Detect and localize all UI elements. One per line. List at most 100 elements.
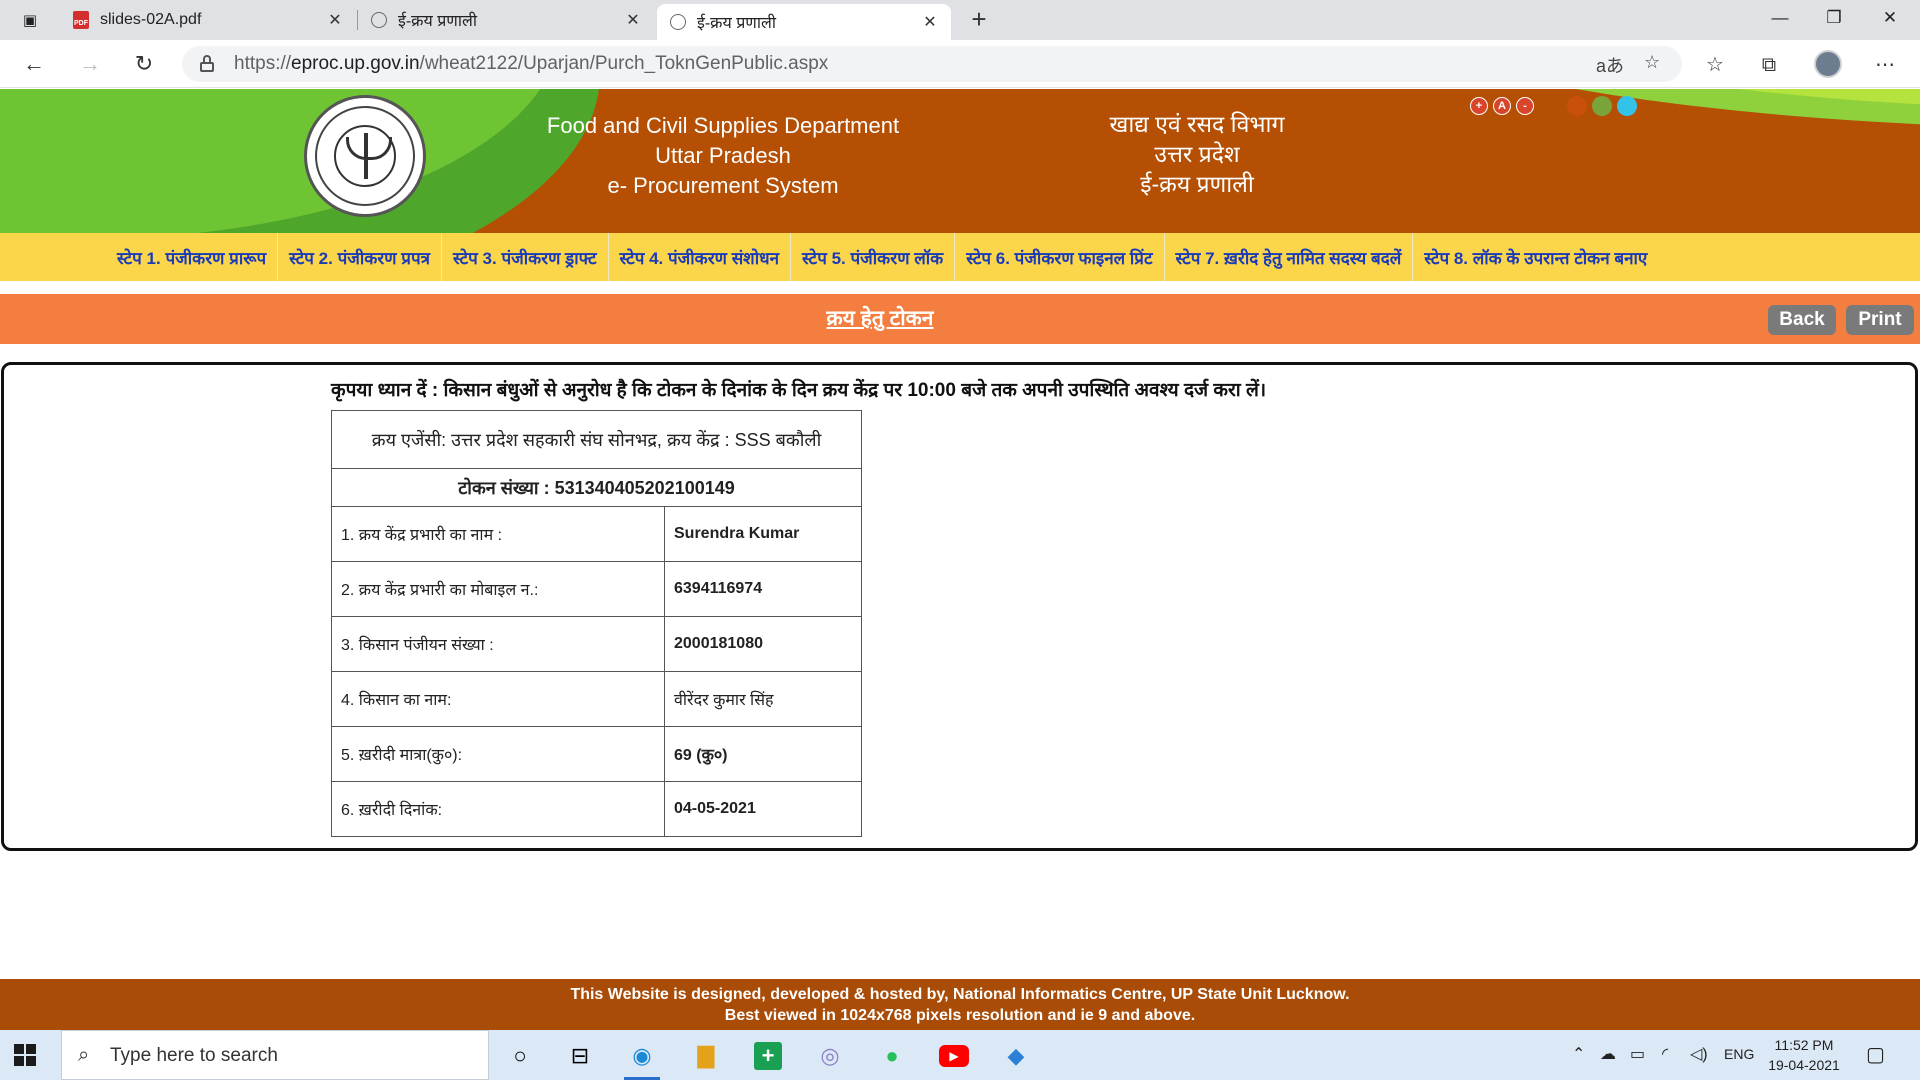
- token-number-cell: टोकन संख्या : 531340405202100149: [331, 468, 862, 507]
- address-toolbar: ← → ↻ https://eproc.up.gov.in/wheat2122/…: [0, 40, 1920, 88]
- tab-title: slides-02A.pdf: [100, 11, 202, 28]
- step-menu: स्टेप 1. पंजीकरण प्रारूप स्टेप 2. पंजीकर…: [0, 233, 1920, 281]
- sheets-icon[interactable]: +: [748, 1036, 788, 1076]
- close-icon[interactable]: ✕: [921, 12, 939, 32]
- search-icon: ⌕: [78, 1044, 90, 1066]
- forward-arrow-icon[interactable]: →: [74, 48, 106, 80]
- add-favorite-icon[interactable]: ☆: [1644, 52, 1660, 73]
- agency-cell: क्रय एजेंसी: उत्तर प्रदेश सहकारी संघ सोन…: [331, 410, 862, 469]
- file-explorer-icon[interactable]: ▇: [686, 1036, 726, 1076]
- system-clock[interactable]: 11:52 PM 19-04-2021: [1766, 1035, 1842, 1075]
- theme-blue-button[interactable]: [1617, 96, 1637, 116]
- theme-switcher: [1567, 96, 1637, 116]
- state-name-hi: उत्तर प्रदेश: [1154, 141, 1240, 167]
- task-view-icon[interactable]: ⊟: [560, 1036, 600, 1076]
- purchase-date-value: 04-05-2021: [664, 781, 862, 837]
- volume-icon[interactable]: ◁): [1690, 1044, 1708, 1064]
- tab-eproc-active[interactable]: ई-क्रय प्रणाली ✕: [657, 4, 951, 40]
- purchase-date-label: 6. ख़रीदी दिनांक:: [331, 781, 665, 837]
- url-scheme: https://: [234, 53, 292, 74]
- dept-name-en: Food and Civil Supplies Department: [546, 113, 900, 138]
- print-button[interactable]: Print: [1846, 305, 1914, 335]
- back-arrow-icon[interactable]: ←: [18, 48, 50, 80]
- attendance-notice: कृपया ध्यान दें : किसान बंधुओं से अनुरोध…: [331, 380, 1267, 401]
- up-government-emblem: [304, 95, 426, 217]
- youtube-icon[interactable]: ▶: [934, 1036, 974, 1076]
- farmer-registration-label: 3. किसान पंजीयन संख्या :: [331, 616, 665, 672]
- tray-chevron-icon[interactable]: ⌃: [1572, 1044, 1585, 1064]
- back-button[interactable]: Back: [1768, 305, 1836, 335]
- taskbar-search[interactable]: ⌕ Type here to search: [61, 1030, 489, 1080]
- url-text[interactable]: https://eproc.up.gov.in/wheat2122/Uparja…: [234, 53, 828, 75]
- onedrive-icon[interactable]: ☁: [1600, 1044, 1616, 1064]
- page-title: क्रय हेतु टोकन: [826, 307, 934, 330]
- header-hindi-title: खाद्य एवं रसद विभाग उत्तर प्रदेश ई-क्रय …: [1080, 109, 1314, 199]
- step-2-link[interactable]: स्टेप 2. पंजीकरण प्रपत्र: [277, 233, 441, 281]
- step-8-link[interactable]: स्टेप 8. लॉक के उपरान्त टोकन बनाए: [1412, 233, 1658, 281]
- restore-icon[interactable]: ❐: [1806, 0, 1862, 36]
- step-1-link[interactable]: स्टेप 1. पंजीकरण प्रारूप: [106, 233, 277, 281]
- new-tab-icon[interactable]: +: [964, 4, 994, 34]
- header-english-title: Food and Civil Supplies Department Uttar…: [500, 111, 946, 201]
- clock-date: 19-04-2021: [1768, 1057, 1840, 1073]
- system-name-en: e- Procurement System: [607, 173, 839, 198]
- table-row: क्रय एजेंसी: उत्तर प्रदेश सहकारी संघ सोन…: [331, 410, 862, 469]
- farmer-registration-value: 2000181080: [664, 616, 862, 672]
- language-indicator[interactable]: ENG: [1724, 1046, 1754, 1062]
- windows-taskbar: ⌕ Type here to search ○ ⊟ ◉ ▇ + ◎ ● ▶ ◆ …: [0, 1030, 1920, 1080]
- edge-icon[interactable]: ◉: [622, 1036, 662, 1080]
- browser-tab-bar: ▣ PDF slides-02A.pdf ✕ ई-क्रय प्रणाली ✕ …: [0, 0, 1920, 40]
- theme-green-button[interactable]: [1592, 96, 1612, 116]
- vscode-icon[interactable]: ◆: [996, 1036, 1036, 1076]
- battery-icon[interactable]: ▭: [1630, 1044, 1645, 1064]
- table-row: 3. किसान पंजीयन संख्या : 2000181080: [331, 616, 862, 672]
- more-menu-icon[interactable]: ⋯: [1868, 48, 1902, 82]
- tab-actions-icon[interactable]: ▣: [12, 7, 48, 33]
- step-5-link[interactable]: स्टेप 5. पंजीकरण लॉक: [790, 233, 954, 281]
- step-3-link[interactable]: स्टेप 3. पंजीकरण ड्राफ्ट: [440, 233, 608, 281]
- incharge-mobile-label: 2. क्रय केंद्र प्रभारी का मोबाइल न.:: [331, 561, 665, 617]
- step-7-link[interactable]: स्टेप 7. ख़रीद हेतु नामित सदस्य बदलें: [1163, 233, 1413, 281]
- tab-pdf[interactable]: PDF slides-02A.pdf ✕: [60, 0, 356, 40]
- close-icon[interactable]: ✕: [326, 10, 344, 30]
- wifi-icon[interactable]: ◜: [1662, 1044, 1668, 1064]
- app-icon[interactable]: ◎: [810, 1036, 850, 1076]
- step-4-link[interactable]: स्टेप 4. पंजीकरण संशोधन: [607, 233, 791, 281]
- read-aloud-icon[interactable]: aあ: [1596, 52, 1624, 78]
- minimize-icon[interactable]: —: [1752, 0, 1808, 36]
- table-row: 5. ख़रीदी मात्रा(कु०): 69 (कु०): [331, 726, 862, 782]
- state-name-en: Uttar Pradesh: [655, 143, 791, 168]
- lock-icon[interactable]: [200, 55, 214, 72]
- farmer-name-label: 4. किसान का नाम:: [331, 671, 665, 727]
- table-row: टोकन संख्या : 531340405202100149: [331, 468, 862, 507]
- table-row: 6. ख़रीदी दिनांक: 04-05-2021: [331, 781, 862, 837]
- purchase-quantity-value: 69 (कु०): [664, 726, 862, 782]
- windows-start-icon[interactable]: [14, 1044, 36, 1066]
- profile-avatar[interactable]: [1814, 50, 1842, 78]
- table-row: 2. क्रय केंद्र प्रभारी का मोबाइल न.: 639…: [331, 561, 862, 617]
- tab-eproc-1[interactable]: ई-क्रय प्रणाली ✕: [358, 0, 654, 40]
- collections-icon[interactable]: ⧉: [1752, 48, 1786, 82]
- whatsapp-icon[interactable]: ●: [872, 1036, 912, 1076]
- emblem-favicon-icon: [669, 13, 687, 31]
- footer-credit: This Website is designed, developed & ho…: [570, 986, 1350, 1003]
- font-reset-button[interactable]: A: [1493, 97, 1511, 115]
- tab-title: ई-क्रय प्रणाली: [398, 13, 478, 30]
- url-host: eproc.up.gov.in: [291, 53, 420, 74]
- font-increase-button[interactable]: +: [1470, 97, 1488, 115]
- notification-icon[interactable]: ▢: [1866, 1042, 1885, 1067]
- font-decrease-button[interactable]: -: [1516, 97, 1534, 115]
- tab-title: ई-क्रय प्रणाली: [697, 15, 777, 32]
- cortana-icon[interactable]: ○: [500, 1036, 540, 1076]
- refresh-icon[interactable]: ↻: [128, 48, 160, 80]
- purchase-quantity-label: 5. ख़रीदी मात्रा(कु०):: [331, 726, 665, 782]
- favorites-icon[interactable]: ☆: [1698, 48, 1732, 82]
- step-6-link[interactable]: स्टेप 6. पंजीकरण फाइनल प्रिंट: [954, 233, 1163, 281]
- incharge-mobile-value: 6394116974: [664, 561, 862, 617]
- url-bar[interactable]: https://eproc.up.gov.in/wheat2122/Uparja…: [182, 46, 1682, 82]
- close-icon[interactable]: ✕: [624, 10, 642, 30]
- theme-orange-button[interactable]: [1567, 96, 1587, 116]
- window-close-icon[interactable]: ✕: [1862, 0, 1918, 36]
- emblem-favicon-icon: [370, 11, 388, 29]
- farmer-name-value: वीरेंदर कुमार सिंह: [664, 671, 862, 727]
